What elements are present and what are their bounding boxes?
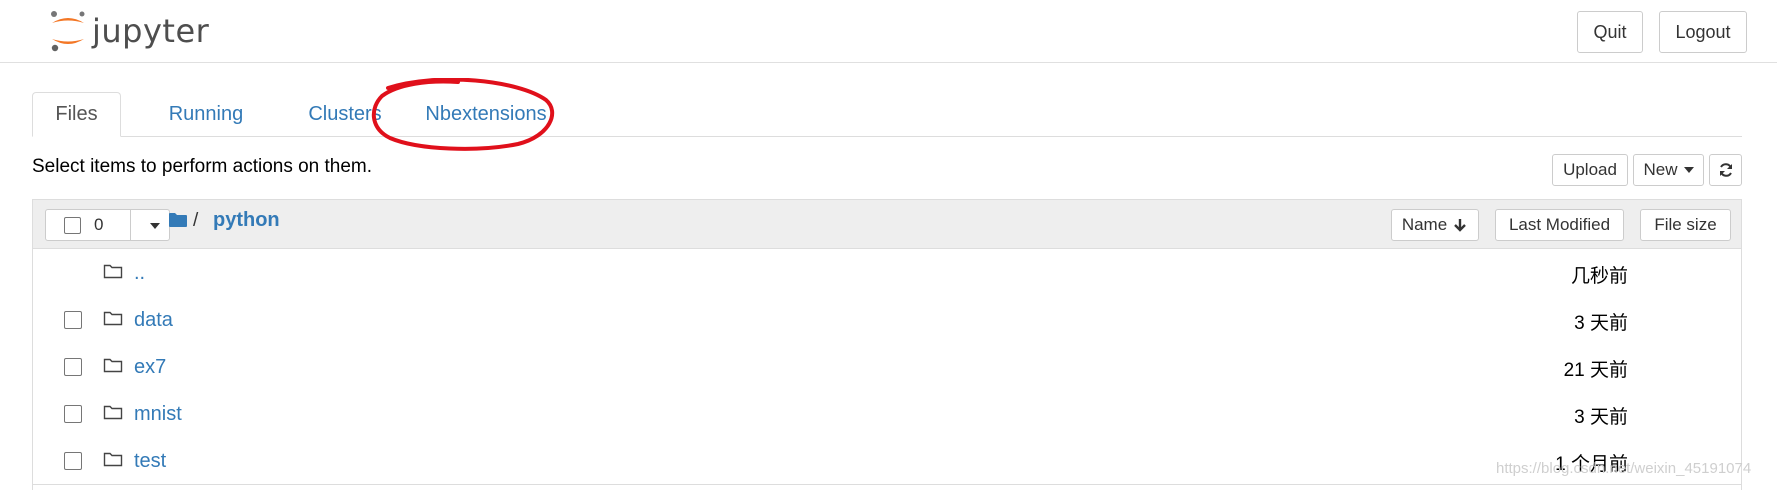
jupyter-logo[interactable]: jupyter: [48, 8, 209, 54]
list-item-checkbox[interactable]: [64, 358, 82, 376]
list-item-name[interactable]: ex7: [134, 356, 166, 379]
folder-outline-icon: [103, 405, 123, 420]
select-all-dropdown[interactable]: 0: [45, 209, 170, 241]
selected-count: 0: [94, 215, 104, 234]
breadcrumb-separator: /: [193, 210, 199, 231]
jupyter-logo-icon: [48, 8, 88, 54]
file-list-header: 0 / python Name Last Modified File size: [33, 200, 1741, 249]
list-item-checkbox[interactable]: [64, 311, 82, 329]
new-dropdown-button[interactable]: New: [1633, 154, 1704, 186]
list-item-name[interactable]: mnist: [134, 403, 182, 426]
new-label: New: [1643, 160, 1678, 179]
quit-button[interactable]: Quit: [1577, 11, 1643, 53]
sort-by-name-button[interactable]: Name: [1391, 209, 1479, 241]
list-item-parent[interactable]: .. 几秒前: [33, 249, 1741, 297]
folder-outline-icon: [103, 452, 123, 467]
caret-down-icon: [1683, 167, 1694, 173]
main-tabs: Files Running Clusters Nbextensions: [32, 92, 1742, 137]
folder-outline-icon: [103, 311, 123, 326]
list-item-name[interactable]: data: [134, 309, 173, 332]
list-item-name[interactable]: ..: [134, 262, 145, 285]
tab-files[interactable]: Files: [32, 92, 121, 137]
sort-name-label: Name: [1401, 215, 1448, 234]
split-divider: [130, 210, 131, 240]
list-item-modified: 3 天前: [1574, 313, 1628, 334]
list-item[interactable]: test 1 个月前: [33, 437, 1741, 485]
breadcrumb-current-folder[interactable]: python: [213, 209, 280, 232]
list-item-modified: 21 天前: [1563, 360, 1628, 381]
list-item-modified: 3 天前: [1574, 407, 1628, 428]
list-item-checkbox[interactable]: [64, 452, 82, 470]
tab-nbextensions[interactable]: Nbextensions: [386, 92, 586, 136]
list-item-checkbox[interactable]: [64, 405, 82, 423]
logo-text: jupyter: [92, 12, 210, 50]
sort-by-size-button[interactable]: File size: [1640, 209, 1731, 241]
logout-button[interactable]: Logout: [1659, 11, 1747, 53]
list-item-name[interactable]: test: [134, 450, 166, 473]
arrow-down-icon: [1454, 219, 1467, 232]
upload-button[interactable]: Upload: [1552, 154, 1628, 186]
caret-down-icon[interactable]: [150, 223, 160, 229]
list-item-modified: 几秒前: [1570, 266, 1628, 287]
folder-solid-icon[interactable]: [168, 212, 188, 228]
selection-hint: Select items to perform actions on them.: [32, 156, 373, 177]
list-item[interactable]: data 3 天前: [33, 296, 1741, 344]
list-item[interactable]: mnist 3 天前: [33, 390, 1741, 438]
refresh-button[interactable]: [1709, 154, 1742, 186]
folder-outline-icon: [103, 264, 123, 279]
folder-outline-icon: [103, 358, 123, 373]
refresh-icon: [1719, 163, 1732, 177]
file-list-panel: 0 / python Name Last Modified File size: [32, 199, 1742, 490]
select-all-checkbox[interactable]: [64, 217, 81, 234]
tab-running[interactable]: Running: [142, 92, 270, 136]
sort-by-modified-button[interactable]: Last Modified: [1495, 209, 1624, 241]
list-item[interactable]: ex7 21 天前: [33, 343, 1741, 391]
jupyter-file-browser: jupyter Quit Logout Files Running Cluste…: [0, 0, 1777, 490]
header-bar: jupyter Quit Logout: [0, 0, 1777, 63]
watermark-text: https://blog.csdn.net/weixin_45191074: [1496, 460, 1752, 477]
